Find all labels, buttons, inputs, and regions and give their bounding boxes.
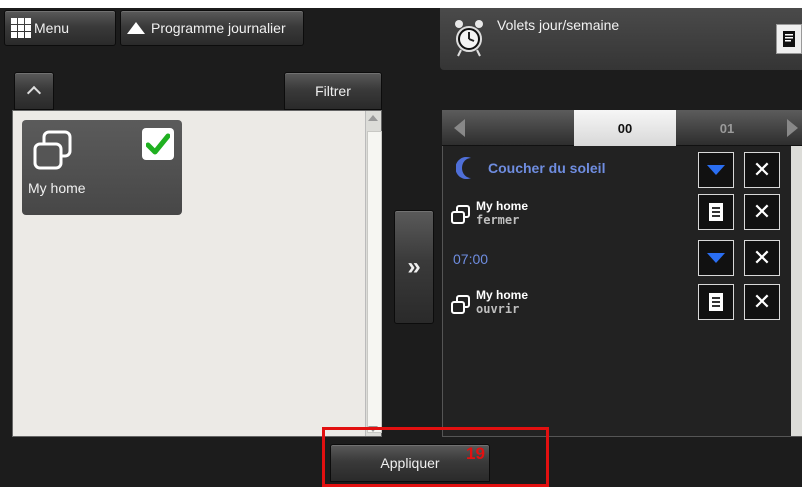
document-button[interactable] [776, 24, 802, 54]
note-icon [709, 203, 723, 221]
caret-down-icon [707, 253, 725, 263]
daily-program-button[interactable]: Programme journalier [120, 10, 304, 46]
scroll-thumb[interactable] [367, 131, 382, 433]
edit-button[interactable] [698, 194, 734, 230]
expand-button[interactable] [698, 152, 734, 188]
annotation-number: 19 [466, 444, 485, 463]
device-tile-label: My home [28, 180, 86, 196]
note-icon [709, 293, 723, 311]
delete-button[interactable]: ✕ [744, 284, 780, 320]
close-icon: ✕ [752, 245, 772, 270]
annotation-highlight-box [322, 427, 549, 487]
move-right-button[interactable]: » [394, 210, 434, 324]
delete-button[interactable]: ✕ [744, 152, 780, 188]
filter-label: Filtrer [315, 83, 351, 99]
scroll-up-icon[interactable] [368, 115, 378, 121]
action-device-name: My home [476, 288, 529, 302]
collapse-button[interactable] [14, 72, 54, 110]
menu-button[interactable]: Menu [4, 10, 116, 46]
menu-label: Menu [34, 20, 70, 36]
left-scrollbar[interactable] [365, 111, 382, 436]
expand-button[interactable] [698, 240, 734, 276]
double-chevron-right-icon: » [407, 253, 421, 280]
alarm-clock-icon [455, 20, 483, 57]
document-icon [783, 31, 795, 47]
home-group-icon [33, 130, 72, 170]
close-icon: ✕ [752, 157, 772, 182]
tab-prev-button[interactable] [444, 110, 474, 146]
schedule-header-panel [440, 8, 802, 70]
action-type: ouvrir [476, 302, 520, 316]
tab-next-button[interactable] [782, 110, 802, 146]
time-trigger-label: 07:00 [453, 251, 489, 267]
delete-button[interactable]: ✕ [744, 194, 780, 230]
arrow-right-icon [786, 119, 798, 137]
checked-checkbox[interactable] [142, 128, 174, 160]
close-icon: ✕ [752, 199, 772, 224]
close-icon: ✕ [752, 289, 772, 314]
arrow-left-icon [453, 119, 465, 137]
daily-program-label: Programme journalier [151, 20, 286, 36]
moon-icon [456, 157, 471, 179]
triangle-up-icon [127, 22, 145, 34]
sunset-trigger-label: Coucher du soleil [488, 160, 606, 176]
action-type: fermer [476, 213, 520, 227]
action-device-name: My home [476, 199, 529, 213]
grid-menu-icon [11, 18, 31, 38]
schedule-title: Volets jour/semaine [497, 17, 620, 33]
tab-00[interactable]: 00 [574, 110, 676, 146]
home-group-small-icon [451, 295, 470, 314]
right-scrollbar[interactable] [791, 146, 802, 436]
top-strip [0, 0, 802, 8]
edit-button[interactable] [698, 284, 734, 320]
chevron-up-icon [26, 85, 42, 101]
tab-01[interactable]: 01 [676, 110, 778, 146]
checkmark-icon [146, 133, 170, 155]
caret-down-icon [707, 165, 725, 175]
delete-button[interactable]: ✕ [744, 240, 780, 276]
home-group-small-icon [451, 205, 470, 224]
filter-button[interactable]: Filtrer [284, 72, 382, 110]
